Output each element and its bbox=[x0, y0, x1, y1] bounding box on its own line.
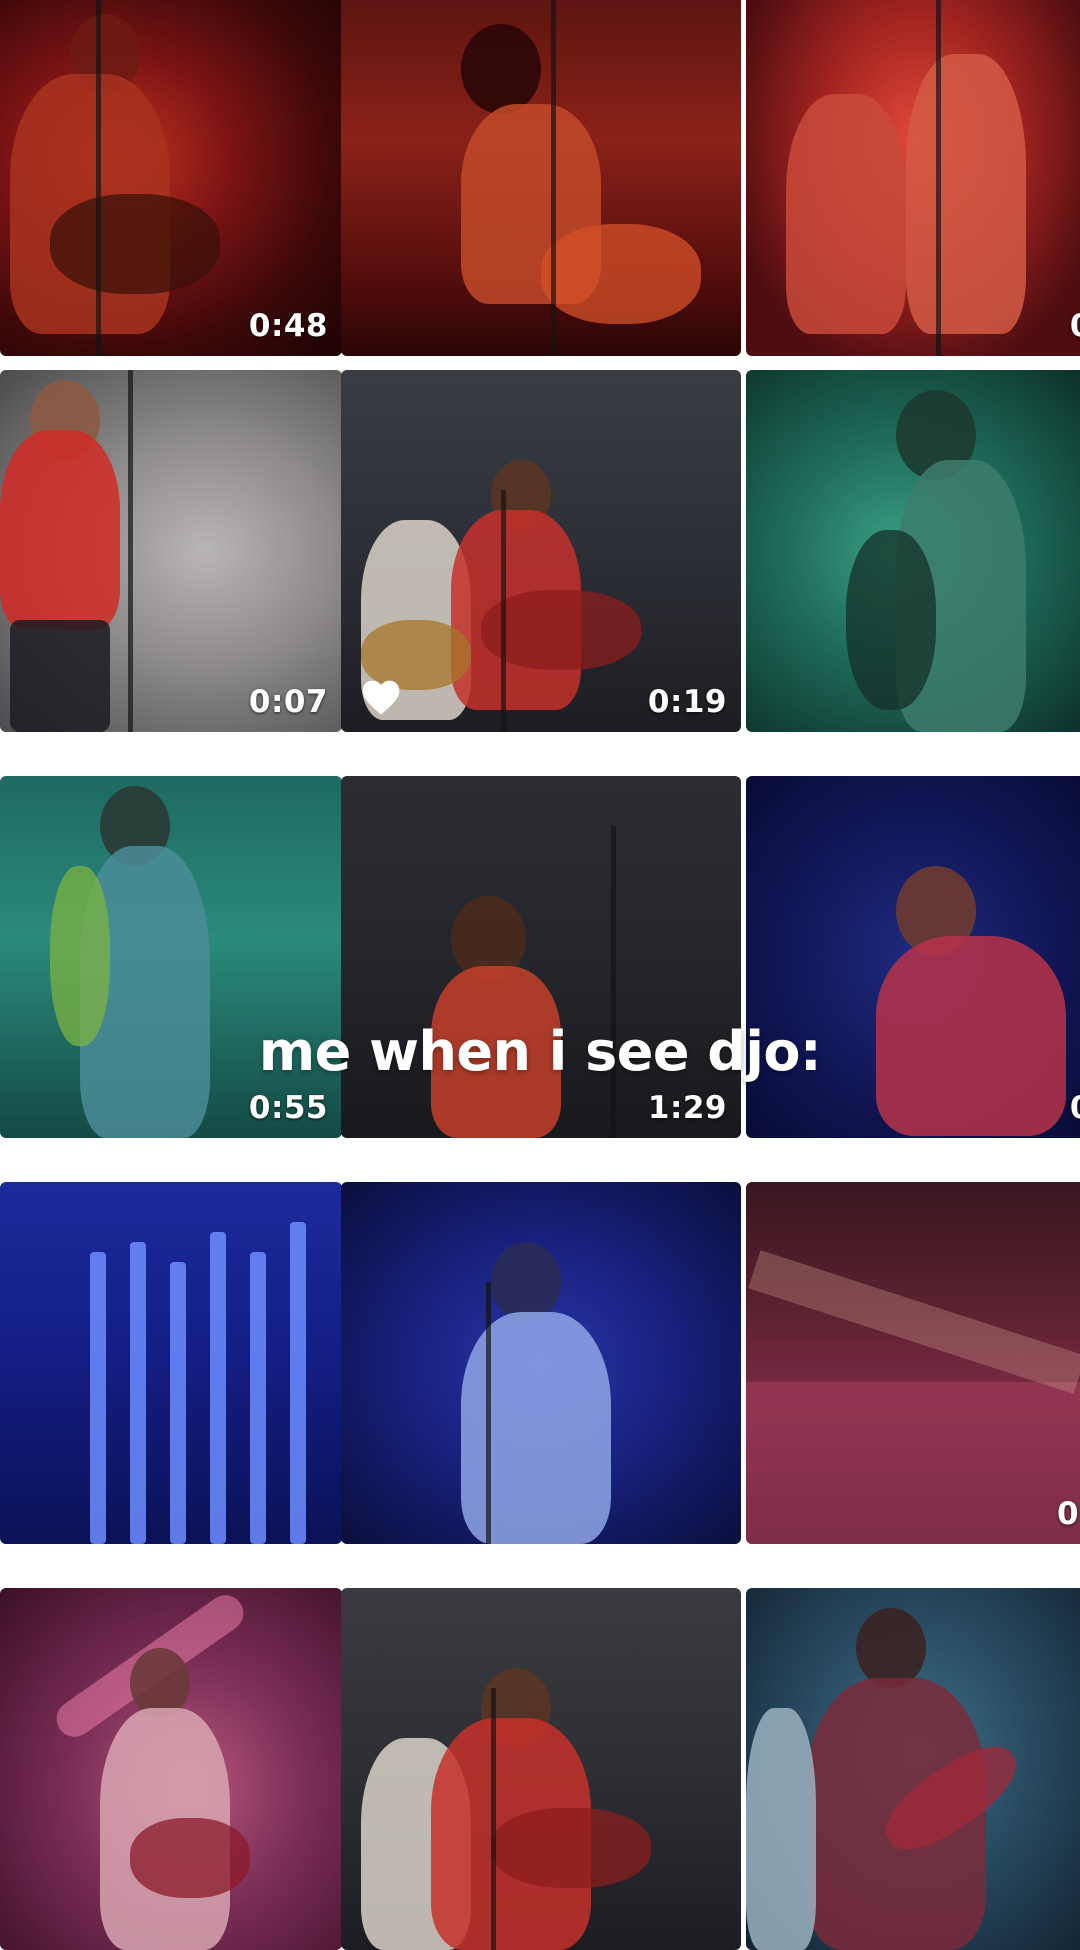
video-thumbnail[interactable]: 0:07 bbox=[0, 370, 342, 732]
mic-stand-image bbox=[96, 0, 101, 356]
stage-light-image bbox=[290, 1222, 306, 1544]
video-thumbnail[interactable] bbox=[746, 1588, 1080, 1950]
video-duration: 0:55 bbox=[248, 1090, 328, 1126]
performer-image bbox=[10, 620, 110, 732]
video-thumbnail[interactable]: 0: bbox=[746, 1182, 1080, 1544]
video-thumbnail[interactable] bbox=[341, 0, 741, 356]
video-duration: 0: bbox=[1057, 1496, 1080, 1532]
stage-light-image bbox=[90, 1252, 106, 1544]
performer-image bbox=[491, 1242, 561, 1322]
video-thumbnail[interactable]: 0 bbox=[746, 776, 1080, 1138]
video-thumbnail[interactable]: 0:19 bbox=[341, 370, 741, 732]
performer-image bbox=[461, 24, 541, 114]
mic-stand-image bbox=[551, 0, 556, 356]
video-thumbnail[interactable] bbox=[0, 1182, 342, 1544]
performer-image bbox=[876, 936, 1066, 1136]
video-thumbnail[interactable] bbox=[746, 370, 1080, 732]
guitar-image bbox=[130, 1818, 250, 1898]
stage-light-image bbox=[210, 1232, 226, 1544]
mic-stand-image bbox=[936, 0, 941, 356]
guitar-image bbox=[846, 530, 936, 710]
mic-stand-image bbox=[611, 826, 616, 1138]
stage-light-image bbox=[130, 1242, 146, 1544]
video-duration: 0 bbox=[1070, 1090, 1080, 1126]
video-thumbnail[interactable]: 0 bbox=[746, 0, 1080, 356]
guitar-image bbox=[541, 224, 701, 324]
performer-image bbox=[461, 1312, 611, 1544]
performer-image bbox=[0, 430, 120, 630]
guitar-image bbox=[491, 1808, 651, 1888]
performer-image bbox=[431, 966, 561, 1138]
video-duration: 1:29 bbox=[647, 1090, 727, 1126]
performer-image bbox=[746, 1708, 816, 1950]
crowd-image bbox=[746, 1382, 1080, 1544]
performer-image bbox=[786, 94, 906, 334]
stage-light-image bbox=[250, 1252, 266, 1544]
guitar-image bbox=[50, 866, 110, 1046]
video-duration: 0:19 bbox=[647, 684, 727, 720]
mic-stand-image bbox=[486, 1282, 491, 1544]
video-thumbnail[interactable] bbox=[341, 1588, 741, 1950]
heart-icon[interactable] bbox=[361, 678, 401, 716]
mic-stand-image bbox=[491, 1688, 496, 1950]
mic-stand-image bbox=[128, 370, 133, 732]
video-thumbnail[interactable] bbox=[341, 1182, 741, 1544]
performer-image bbox=[856, 1608, 926, 1688]
performer-image bbox=[906, 54, 1026, 334]
video-duration: 0:07 bbox=[248, 684, 328, 720]
mic-stand-image bbox=[501, 490, 506, 732]
video-grid: 0:48 0 0:07 0:19 bbox=[0, 0, 1080, 1950]
guitar-image bbox=[50, 194, 220, 294]
video-thumbnail[interactable]: 0:55 bbox=[0, 776, 342, 1138]
video-duration: 0 bbox=[1070, 308, 1080, 344]
video-thumbnail[interactable] bbox=[0, 1588, 342, 1950]
stage-light-image bbox=[170, 1262, 186, 1544]
video-thumbnail[interactable]: 0:48 bbox=[0, 0, 342, 356]
video-duration: 0:48 bbox=[248, 308, 328, 344]
video-thumbnail[interactable]: 1:29 bbox=[341, 776, 741, 1138]
